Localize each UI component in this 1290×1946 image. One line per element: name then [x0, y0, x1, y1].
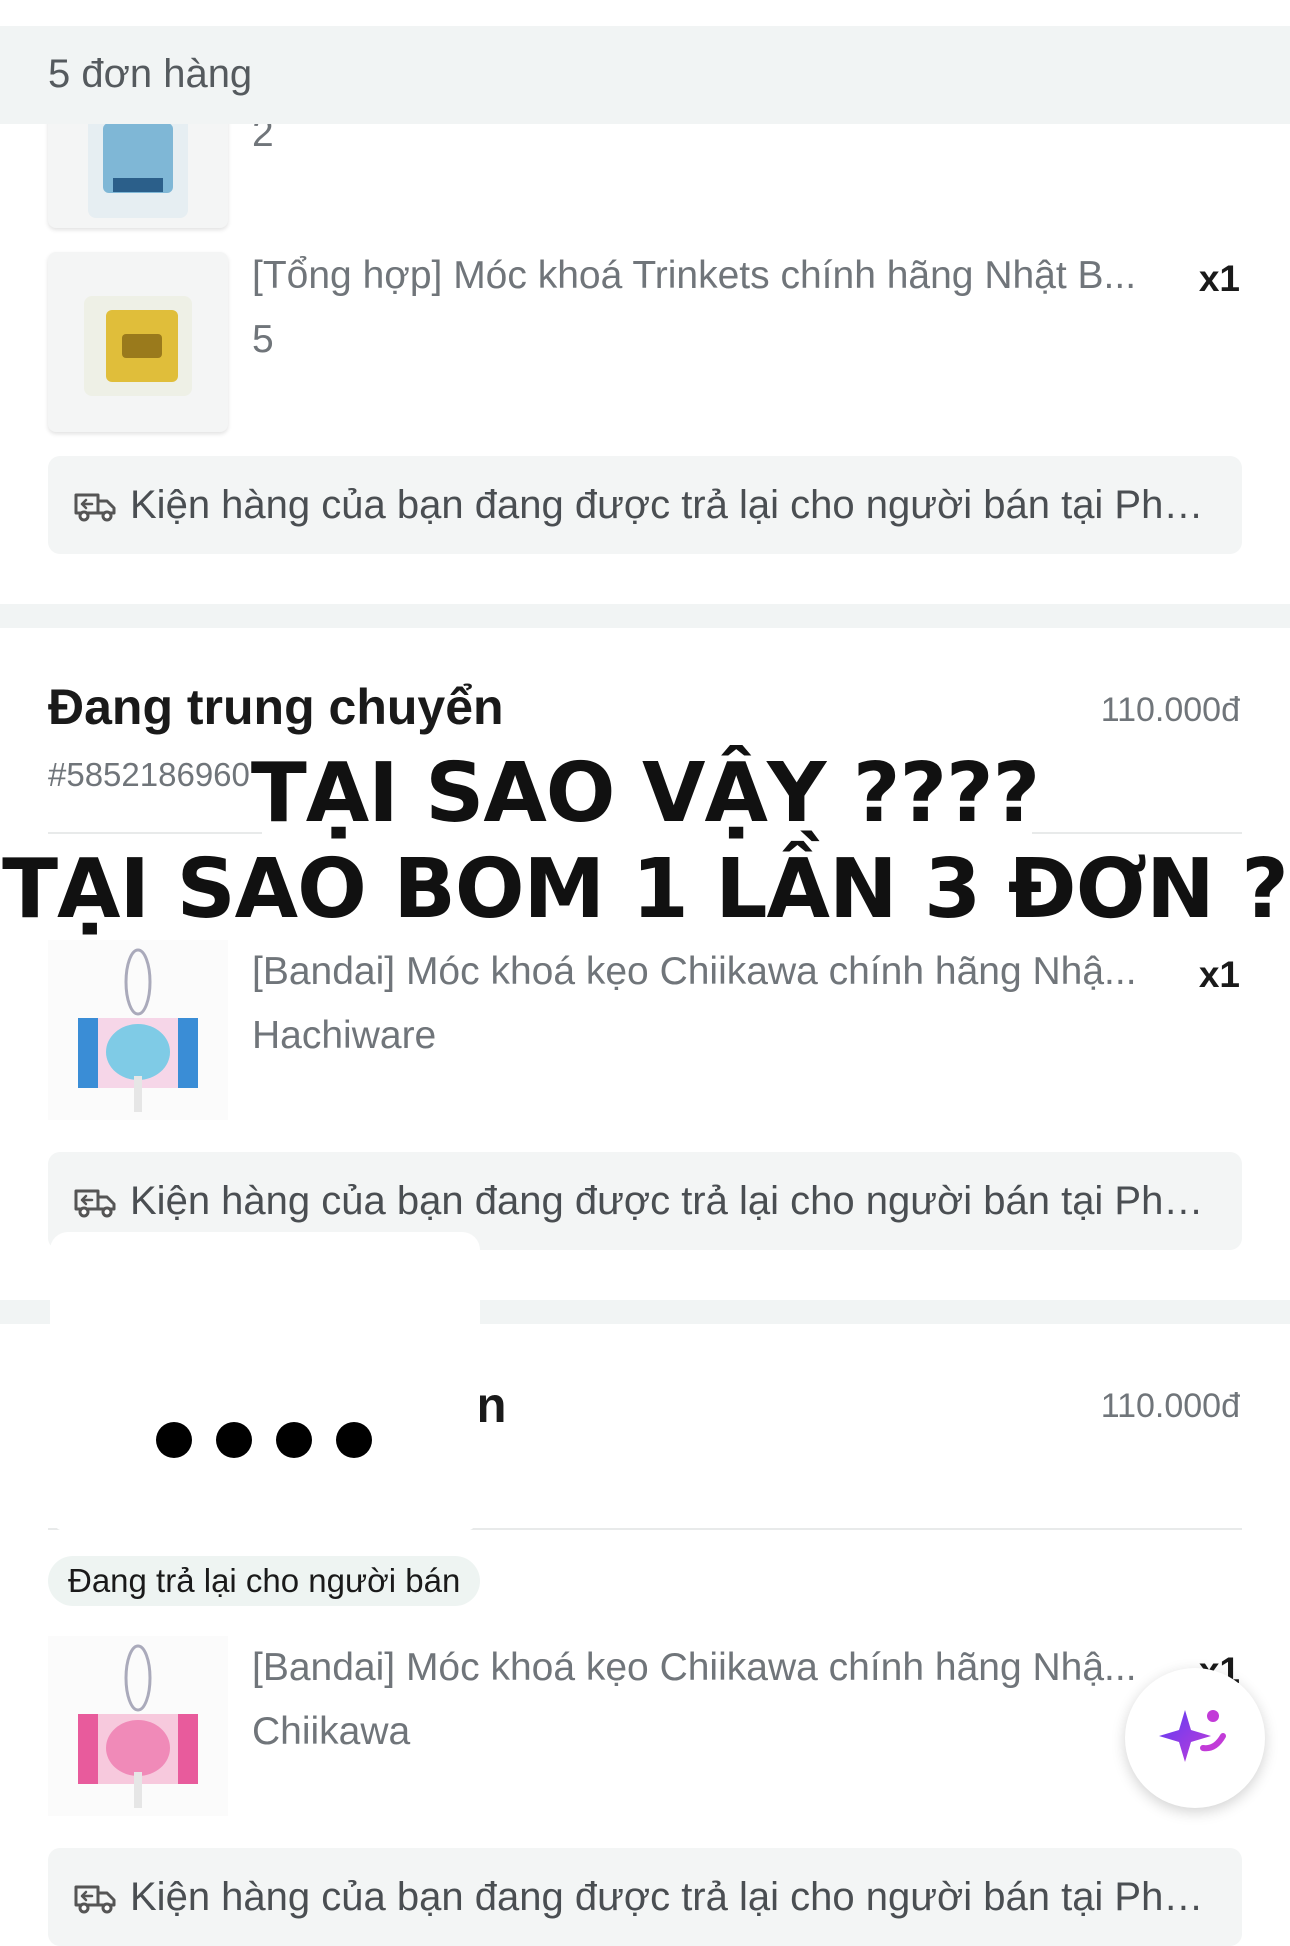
redaction-box	[50, 1232, 480, 1532]
return-note-text: Kiện hàng của bạn đang được trả lại cho …	[130, 482, 1210, 527]
item-title[interactable]: [Bandai] Móc khoá kẹo Chiikawa chính hãn…	[252, 950, 1156, 994]
redaction-dot	[156, 1422, 192, 1458]
order-price: 110.000đ	[1100, 1387, 1240, 1425]
product-thumbnail[interactable]	[48, 1636, 228, 1816]
return-note-text: Kiện hàng của bạn đang được trả lại cho …	[130, 1178, 1210, 1223]
return-status-note[interactable]: Kiện hàng của bạn đang được trả lại cho …	[48, 456, 1242, 554]
redaction-dot	[336, 1422, 372, 1458]
order-status-title-partial: n	[476, 1377, 507, 1433]
redaction-dot	[216, 1422, 252, 1458]
truck-return-icon	[74, 1189, 116, 1218]
item-variant: Hachiware	[252, 1014, 437, 1057]
truck-return-icon	[74, 493, 116, 522]
order-price: 110.000đ	[1100, 691, 1240, 729]
truck-return-icon	[74, 1885, 116, 1914]
product-thumbnail[interactable]	[48, 940, 228, 1120]
item-title[interactable]: [Bandai] Móc khoá kẹo Chiikawa chính hãn…	[252, 1646, 1156, 1690]
item-quantity: x1	[1198, 258, 1240, 299]
return-status-note[interactable]: Kiện hàng của bạn đang được trả lại cho …	[48, 1848, 1242, 1946]
caption-line-2: TẠI SAO BOM 1 LẦN 3 ĐƠN ?	[2, 842, 1289, 937]
item-variant: Chiikawa	[252, 1710, 411, 1753]
sparkle-ai-icon	[1159, 1710, 1226, 1762]
item-quantity: x1	[1198, 954, 1240, 995]
item-variant: 5	[252, 318, 274, 361]
return-note-text: Kiện hàng của bạn đang được trả lại cho …	[130, 1874, 1210, 1919]
order-count-label: 5 đơn hàng	[48, 52, 253, 96]
item-title[interactable]: [Tổng hợp] Móc khoá Trinkets chính hãng …	[252, 254, 1156, 298]
caption-line-1: TẠI SAO VẬY ????	[250, 746, 1040, 841]
assistant-button[interactable]	[1125, 1668, 1265, 1808]
order-status-title: Đang trung chuyển	[48, 679, 504, 735]
order-separator	[0, 604, 1290, 628]
status-badge: Đang trả lại cho người bán	[48, 1556, 481, 1606]
product-thumbnail[interactable]	[48, 252, 228, 432]
redaction-dot	[276, 1422, 312, 1458]
